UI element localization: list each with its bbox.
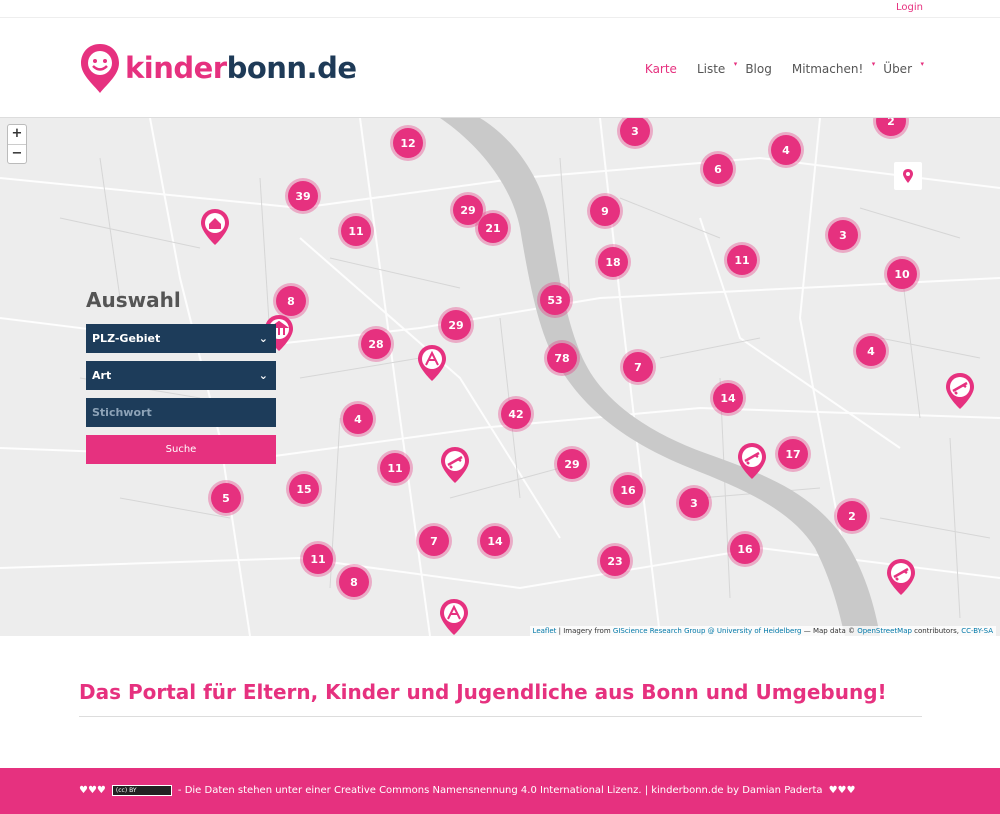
nav-label: Karte — [644, 62, 677, 76]
marker-cluster[interactable]: 39 — [288, 181, 318, 211]
marker-cluster[interactable]: 53 — [540, 285, 570, 315]
playground-marker-icon — [418, 345, 446, 381]
map-marker-swing[interactable] — [945, 372, 975, 414]
site-header: kinderbonn.de Karte Liste ▾ Blog Mitmache… — [0, 18, 1000, 118]
marker-cluster[interactable]: 6 — [703, 154, 733, 184]
map-marker-house[interactable] — [200, 208, 230, 250]
nav-item-mitmachen[interactable]: Mitmachen! ▾ — [782, 60, 875, 76]
site-logo[interactable]: kinderbonn.de — [79, 40, 357, 96]
marker-cluster[interactable]: 4 — [343, 404, 373, 434]
main-nav: Karte Liste ▾ Blog Mitmachen! ▾ Über ▾ — [635, 60, 924, 76]
marker-cluster[interactable]: 42 — [501, 399, 531, 429]
logo-text-kinder: kinder — [125, 51, 227, 85]
zoom-control: + − — [7, 124, 27, 164]
marker-cluster[interactable]: 9 — [590, 196, 620, 226]
art-select-label: Art — [92, 369, 112, 382]
swing-marker-icon — [441, 447, 469, 483]
plz-select[interactable]: PLZ-Gebiet ⌄ — [86, 324, 276, 353]
cc-license-badge[interactable]: (cc) BY — [111, 785, 172, 796]
attribution-text: — Map data © — [801, 627, 858, 635]
map-marker-swing[interactable] — [737, 442, 767, 484]
marker-cluster[interactable]: 29 — [557, 449, 587, 479]
dropdown-caret-icon: ▾ — [920, 60, 924, 68]
leaflet-link[interactable]: Leaflet — [533, 627, 557, 635]
marker-cluster[interactable]: 11 — [341, 216, 371, 246]
map-marker-playground[interactable] — [439, 598, 469, 636]
logo-wordmark: kinderbonn.de — [125, 51, 357, 85]
zoom-in-button[interactable]: + — [8, 125, 26, 144]
footer-text: - Die Daten stehen unter einer Creative … — [177, 785, 823, 796]
page-headline: Das Portal für Eltern, Kinder und Jugend… — [79, 680, 922, 717]
plz-select-label: PLZ-Gebiet — [92, 332, 161, 345]
nav-label: Mitmachen! — [791, 62, 864, 76]
logo-text-bonn: bonn.de — [226, 51, 357, 85]
attribution-text: contributors, — [911, 627, 962, 635]
nav-label: Blog — [745, 62, 772, 76]
marker-cluster[interactable]: 4 — [856, 336, 886, 366]
marker-cluster[interactable]: 3 — [679, 488, 709, 518]
map-attribution: Leaflet | Imagery from GIScience Researc… — [529, 626, 996, 636]
marker-cluster[interactable]: 78 — [547, 343, 577, 373]
marker-cluster[interactable]: 2 — [837, 501, 867, 531]
marker-cluster[interactable]: 3 — [828, 220, 858, 250]
marker-cluster[interactable]: 14 — [713, 383, 743, 413]
attribution-text: | Imagery from — [556, 627, 613, 635]
map-marker-playground[interactable] — [417, 344, 447, 386]
marker-cluster[interactable]: 18 — [598, 247, 628, 277]
map-view[interactable]: + − 3 12 2 4 6 39 29 21 9 11 11 3 18 10 8 53 29 28 78 4 7 42 1… — [0, 118, 1000, 636]
site-footer: ♥♥♥ (cc) BY - Die Daten stehen unter ein… — [0, 768, 1000, 814]
chevron-down-icon: ⌄ — [258, 332, 268, 345]
marker-cluster[interactable]: 12 — [393, 128, 423, 158]
marker-cluster[interactable]: 17 — [778, 439, 808, 469]
osm-link[interactable]: OpenStreetMap — [857, 627, 912, 635]
nav-item-karte[interactable]: Karte — [635, 62, 687, 76]
chevron-down-icon: ⌄ — [258, 369, 268, 382]
map-marker-swing[interactable] — [886, 558, 916, 600]
marker-cluster[interactable]: 7 — [623, 352, 653, 382]
giscience-link[interactable]: GIScience Research Group @ University of… — [613, 627, 802, 635]
location-pin-icon — [903, 169, 913, 183]
marker-cluster[interactable]: 28 — [361, 329, 391, 359]
marker-cluster[interactable]: 11 — [380, 453, 410, 483]
marker-cluster[interactable]: 4 — [771, 135, 801, 165]
playground-marker-icon — [440, 599, 468, 635]
hearts-right: ♥♥♥ — [828, 785, 856, 796]
swing-marker-icon — [887, 559, 915, 595]
marker-cluster[interactable]: 10 — [887, 259, 917, 289]
logo-pin-icon — [81, 44, 119, 93]
top-bar: Login — [0, 0, 1000, 18]
marker-cluster[interactable]: 11 — [303, 544, 333, 574]
hearts-left: ♥♥♥ — [79, 785, 106, 796]
marker-cluster[interactable]: 16 — [730, 534, 760, 564]
nav-label: Über — [883, 62, 912, 76]
marker-cluster[interactable]: 11 — [727, 245, 757, 275]
nav-item-ueber[interactable]: Über ▾ — [873, 60, 924, 76]
marker-cluster[interactable]: 5 — [211, 483, 241, 513]
keyword-input[interactable]: Stichwort — [86, 398, 276, 427]
locate-button[interactable] — [894, 162, 922, 190]
house-marker-icon — [201, 209, 229, 245]
nav-label: Liste — [696, 62, 726, 76]
login-link[interactable]: Login — [896, 2, 923, 13]
license-link[interactable]: CC-BY-SA — [961, 627, 993, 635]
panel-title: Auswahl — [86, 288, 181, 312]
marker-cluster[interactable]: 8 — [339, 567, 369, 597]
marker-cluster[interactable]: 14 — [480, 526, 510, 556]
marker-cluster[interactable]: 23 — [600, 546, 630, 576]
filter-panel: Auswahl PLZ-Gebiet ⌄ Art ⌄ Stichwort Suc… — [80, 288, 282, 464]
marker-cluster[interactable]: 21 — [478, 213, 508, 243]
nav-item-liste[interactable]: Liste ▾ — [687, 60, 737, 76]
marker-cluster[interactable]: 15 — [289, 474, 319, 504]
map-marker-swing[interactable] — [440, 446, 470, 488]
marker-cluster[interactable]: 29 — [441, 310, 471, 340]
marker-cluster[interactable]: 7 — [419, 526, 449, 556]
nav-item-blog[interactable]: Blog — [735, 62, 782, 76]
search-button[interactable]: Suche — [86, 435, 276, 464]
swing-marker-icon — [738, 443, 766, 479]
marker-cluster[interactable]: 16 — [613, 475, 643, 505]
zoom-out-button[interactable]: − — [8, 144, 26, 163]
art-select[interactable]: Art ⌄ — [86, 361, 276, 390]
swing-marker-icon — [946, 373, 974, 409]
